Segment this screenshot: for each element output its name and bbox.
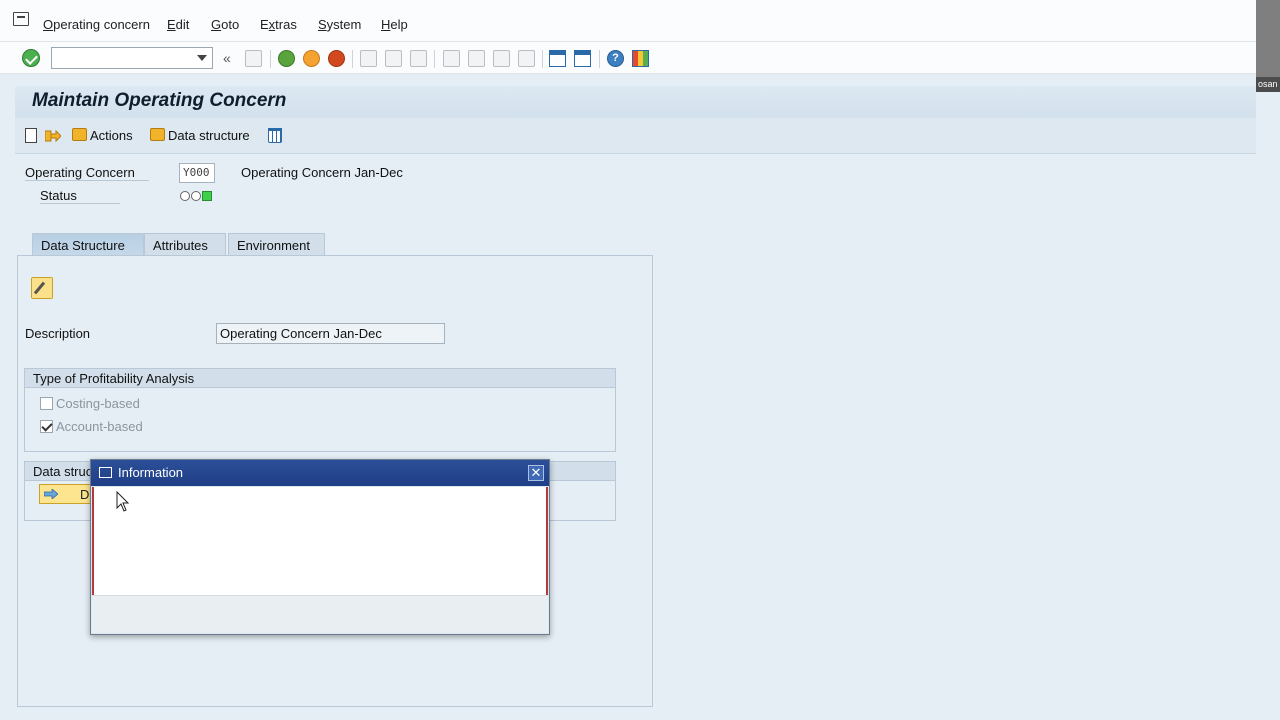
menu-operating-concern[interactable]: Operating concern: [43, 17, 150, 32]
overlay-label: osan: [1256, 77, 1280, 92]
toolbar-separator: [542, 50, 543, 68]
menu-help[interactable]: Help: [381, 17, 408, 32]
first-page-icon[interactable]: [443, 50, 460, 67]
menu-mnemonic: O: [43, 17, 54, 32]
operating-concern-field[interactable]: Y000: [179, 163, 215, 183]
exit-icon[interactable]: [303, 50, 320, 67]
next-page-icon[interactable]: [493, 50, 510, 67]
close-icon[interactable]: ✕: [528, 465, 544, 481]
help-icon[interactable]: ?: [607, 50, 624, 67]
menu-icon[interactable]: [13, 12, 29, 26]
operating-concern-label: Operating Concern: [25, 165, 149, 181]
page-title: Maintain Operating Concern: [32, 90, 287, 111]
back-icon[interactable]: [278, 50, 295, 67]
standard-toolbar: « ?: [0, 42, 1256, 74]
dialog-title: Information: [118, 465, 184, 480]
scrollbar-thumb[interactable]: [1256, 0, 1280, 77]
command-field[interactable]: [51, 47, 213, 69]
profitability-type-group: Type of Profitability Analysis Costing-b…: [24, 368, 616, 452]
last-page-icon[interactable]: [518, 50, 535, 67]
print-icon[interactable]: [360, 50, 377, 67]
costing-based-checkbox[interactable]: [40, 397, 53, 410]
transport-icon[interactable]: [45, 129, 61, 143]
operating-concern-text: Operating Concern Jan-Dec: [241, 165, 403, 180]
menu-mnemonic: H: [381, 17, 391, 32]
scrollbar-track[interactable]: [1256, 0, 1280, 720]
menu-edit[interactable]: Edit: [167, 17, 189, 32]
information-dialog: Information ✕: [90, 459, 550, 635]
customize-layout-icon[interactable]: [632, 50, 649, 67]
edit-icon[interactable]: [31, 277, 53, 299]
data-structure-icon[interactable]: [150, 128, 165, 141]
application-toolbar: Actions Data structure: [15, 118, 1256, 154]
dialog-body: [92, 487, 548, 595]
find-icon[interactable]: [385, 50, 402, 67]
mouse-cursor-icon: [116, 491, 130, 512]
double-chevron-left-icon[interactable]: «: [223, 50, 231, 66]
toolbar-separator: [599, 50, 600, 68]
actions-button[interactable]: Actions: [90, 128, 133, 143]
chevron-down-icon[interactable]: [197, 55, 207, 61]
tab-environment[interactable]: Environment: [228, 233, 325, 255]
trash-icon[interactable]: [268, 128, 282, 143]
actions-icon[interactable]: [72, 128, 87, 141]
status-light-yellow: [191, 191, 201, 201]
data-structure-button[interactable]: Data structure: [168, 128, 250, 143]
costing-based-label: Costing-based: [56, 396, 140, 411]
toolbar-separator: [352, 50, 353, 68]
profitability-type-group-title: Type of Profitability Analysis: [25, 369, 615, 388]
status-light-red: [180, 191, 190, 201]
account-based-label: Account-based: [56, 419, 143, 434]
tab-attributes[interactable]: Attributes: [144, 233, 226, 255]
menu-mnemonic: x: [268, 17, 276, 32]
toolbar-separator: [270, 50, 271, 68]
account-based-checkbox[interactable]: [40, 420, 53, 433]
shortcut-icon[interactable]: [574, 50, 591, 67]
window-icon: [99, 467, 112, 478]
menu-mnemonic: G: [211, 17, 222, 32]
menu-mnemonic: E: [167, 17, 176, 32]
cancel-icon[interactable]: [328, 50, 345, 67]
find-next-icon[interactable]: [410, 50, 427, 67]
create-session-icon[interactable]: [549, 50, 566, 67]
menu-goto[interactable]: Goto: [211, 17, 239, 32]
title-bar: Maintain Operating Concern: [15, 86, 1256, 118]
dialog-title-bar[interactable]: Information ✕: [91, 460, 549, 486]
tab-data-structure[interactable]: Data Structure: [32, 233, 144, 255]
toolbar-separator: [434, 50, 435, 68]
menu-bar: Operating concern Edit Goto Extras Syste…: [0, 0, 1256, 42]
status-label: Status: [40, 188, 120, 204]
description-field[interactable]: Operating Concern Jan-Dec: [216, 323, 445, 344]
description-label: Description: [25, 326, 91, 341]
menu-mnemonic: S: [318, 17, 327, 32]
enter-icon[interactable]: [22, 49, 40, 67]
previous-page-icon[interactable]: [468, 50, 485, 67]
save-icon[interactable]: [245, 50, 262, 67]
new-document-icon[interactable]: [25, 128, 37, 143]
arrow-right-icon: [44, 489, 58, 499]
dialog-footer: [92, 595, 548, 633]
menu-system[interactable]: System: [318, 17, 361, 32]
menu-extras[interactable]: Extras: [260, 17, 297, 32]
status-light-green: [202, 191, 212, 201]
